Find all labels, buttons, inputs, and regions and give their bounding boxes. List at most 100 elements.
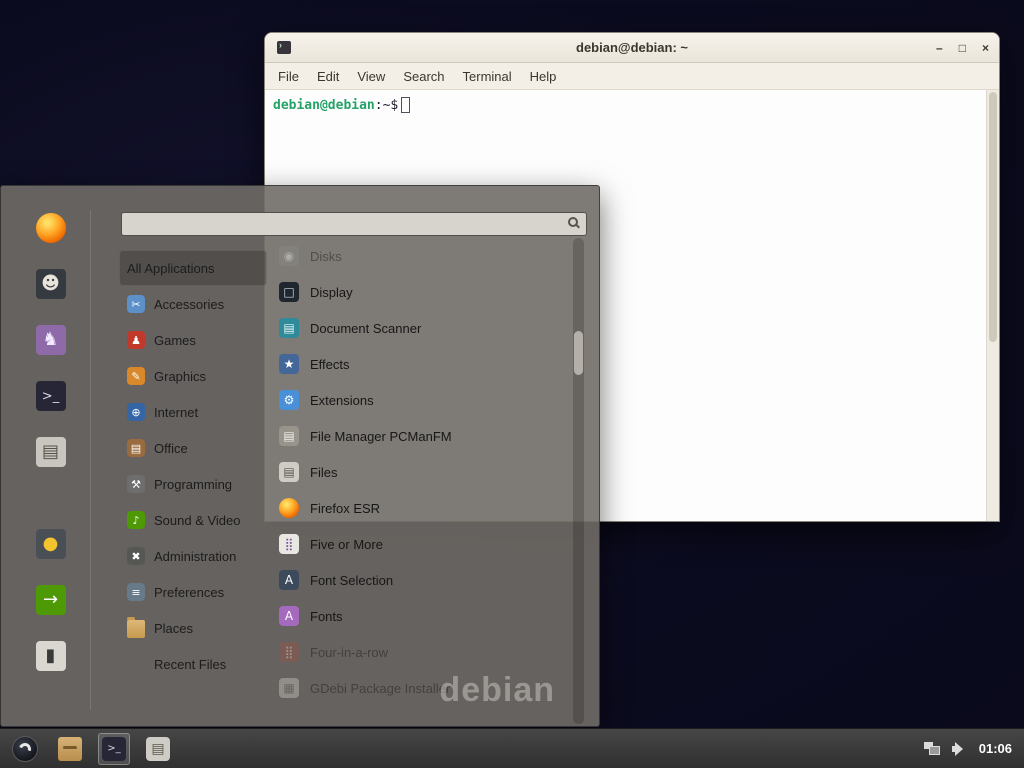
- category-graphics[interactable]: ✎ Graphics: [119, 358, 267, 394]
- category-administration[interactable]: ✖ Administration: [119, 538, 267, 574]
- menu-button[interactable]: [8, 732, 42, 766]
- category-games[interactable]: ♟Games: [119, 322, 267, 358]
- category-label: Graphics: [154, 369, 206, 384]
- app-five-or-more[interactable]: ⣿Five or More: [273, 526, 571, 562]
- search-icon: [568, 217, 578, 227]
- app-document-scanner[interactable]: ▤ Document Scanner: [273, 310, 571, 346]
- favorite-firefox[interactable]: [32, 210, 70, 246]
- app-font-selection[interactable]: A Font Selection: [273, 562, 571, 598]
- taskbar: >_ ▤ 01:06: [0, 728, 1024, 768]
- category-all-applications[interactable]: All Applications: [119, 250, 267, 286]
- category-label: Recent Files: [154, 657, 226, 672]
- category-preferences[interactable]: ≡Preferences: [119, 574, 267, 610]
- disks-icon: ◉: [279, 246, 299, 266]
- menu-edit[interactable]: Edit: [308, 69, 348, 84]
- debian-watermark: debian: [439, 671, 555, 710]
- app-effects[interactable]: ★Effects: [273, 346, 571, 382]
- menu-help[interactable]: Help: [521, 69, 566, 84]
- terminal-titlebar[interactable]: debian@debian: ~ – □ ×: [265, 33, 999, 63]
- favorite-file-manager[interactable]: ▤: [32, 434, 70, 470]
- app-extensions[interactable]: ⚙Extensions: [273, 382, 571, 418]
- group-icon: ☻: [36, 269, 66, 299]
- favorite-log-out[interactable]: →: [32, 582, 70, 618]
- search-input[interactable]: [121, 212, 587, 236]
- clock[interactable]: 01:06: [979, 741, 1012, 756]
- drawer-icon: [58, 737, 82, 761]
- taskbar-buttons: >_ ▤: [54, 733, 174, 765]
- favorite-power[interactable]: ▮: [32, 638, 70, 674]
- category-office[interactable]: ▤Office: [119, 430, 267, 466]
- close-button[interactable]: ×: [982, 33, 989, 63]
- app-files[interactable]: ▤Files: [273, 454, 571, 490]
- app-file-manager-pcmanfm[interactable]: ▤File Manager PCManFM: [273, 418, 571, 454]
- app-label: Document Scanner: [310, 321, 421, 336]
- file-cabinet-icon: ▤: [146, 737, 170, 761]
- terminal-prompt: debian@debian:~$: [273, 97, 991, 113]
- favorite-mascot[interactable]: ♞: [32, 322, 70, 358]
- favorite-terminal[interactable]: >_: [32, 378, 70, 414]
- app-label: Font Selection: [310, 573, 393, 588]
- display-icon: □: [279, 282, 299, 302]
- application-list-scrollbar[interactable]: [573, 238, 584, 724]
- app-disks[interactable]: ◉Disks: [273, 238, 571, 274]
- category-label: Administration: [154, 549, 236, 564]
- category-internet[interactable]: ⊕Internet: [119, 394, 267, 430]
- app-four-in-a-row[interactable]: ⣿ Four-in-a-row: [273, 634, 571, 670]
- menu-view[interactable]: View: [348, 69, 394, 84]
- category-label: Programming: [154, 477, 232, 492]
- system-tray: 01:06: [924, 741, 1016, 756]
- app-label: Extensions: [310, 393, 374, 408]
- font-selection-icon: A: [279, 570, 299, 590]
- administration-icon: ✖: [127, 547, 145, 565]
- sound-video-icon: ♪: [127, 511, 145, 529]
- app-label: Firefox ESR: [310, 501, 380, 516]
- category-label: Sound & Video: [154, 513, 241, 528]
- office-icon: ▤: [127, 439, 145, 457]
- menu-search[interactable]: Search: [394, 69, 453, 84]
- window-controls: – □ ×: [936, 33, 989, 63]
- four-in-a-row-icon: ⣿: [279, 642, 299, 662]
- application-list: ◉Disks□Display ▤ Document Scanner ★Effects⚙…: [273, 238, 571, 724]
- graphics-icon: ✎: [127, 367, 145, 385]
- category-label: All Applications: [127, 261, 214, 276]
- terminal-scrollbar[interactable]: [986, 90, 999, 521]
- debian-spiral-icon: [12, 736, 38, 762]
- prompt-user-host: debian@debian: [273, 98, 375, 113]
- terminal-scrollbar-thumb[interactable]: [989, 92, 997, 342]
- app-fonts[interactable]: AFonts: [273, 598, 571, 634]
- scanner-icon: ▤: [279, 318, 299, 338]
- search-box: [121, 212, 587, 236]
- app-label: Four-in-a-row: [310, 645, 388, 660]
- terminal-icon: >_: [36, 381, 66, 411]
- taskbar-terminal-button[interactable]: >_: [98, 733, 130, 765]
- favorite-lock-screen[interactable]: ●: [32, 526, 70, 562]
- taskbar-files-button[interactable]: ▤: [142, 733, 174, 765]
- category-places[interactable]: Places: [119, 610, 267, 646]
- app-label: File Manager PCManFM: [310, 429, 452, 444]
- menu-terminal[interactable]: Terminal: [454, 69, 521, 84]
- desktop: debian@debian: ~ – □ × File Edit View Se…: [0, 0, 1024, 768]
- file-cabinet-icon: ▤: [36, 437, 66, 467]
- category-sound-video[interactable]: ♪ Sound & Video: [119, 502, 267, 538]
- minimize-button[interactable]: –: [936, 33, 943, 63]
- taskbar-file-manager-button[interactable]: [54, 733, 86, 765]
- app-firefox-esr[interactable]: Firefox ESR: [273, 490, 571, 526]
- menu-file[interactable]: File: [269, 69, 308, 84]
- category-recent-files[interactable]: Recent Files: [119, 646, 267, 682]
- games-icon: ♟: [127, 331, 145, 349]
- favorite-photos[interactable]: ☻: [32, 266, 70, 302]
- volume-icon[interactable]: [952, 742, 967, 756]
- firefox-icon: [36, 213, 66, 243]
- prompt-path: :~$: [375, 98, 398, 113]
- network-icon[interactable]: [924, 742, 940, 755]
- category-accessories[interactable]: ✂Accessories: [119, 286, 267, 322]
- five-or-more-icon: ⣿: [279, 534, 299, 554]
- folder-icon: [127, 620, 145, 638]
- maximize-button[interactable]: □: [959, 33, 966, 63]
- category-programming[interactable]: ⚒Programming: [119, 466, 267, 502]
- files-icon: ▤: [279, 462, 299, 482]
- app-display[interactable]: □Display: [273, 274, 571, 310]
- application-list-scrollbar-thumb[interactable]: [574, 331, 583, 375]
- app-label: Effects: [310, 357, 350, 372]
- category-label: Preferences: [154, 585, 224, 600]
